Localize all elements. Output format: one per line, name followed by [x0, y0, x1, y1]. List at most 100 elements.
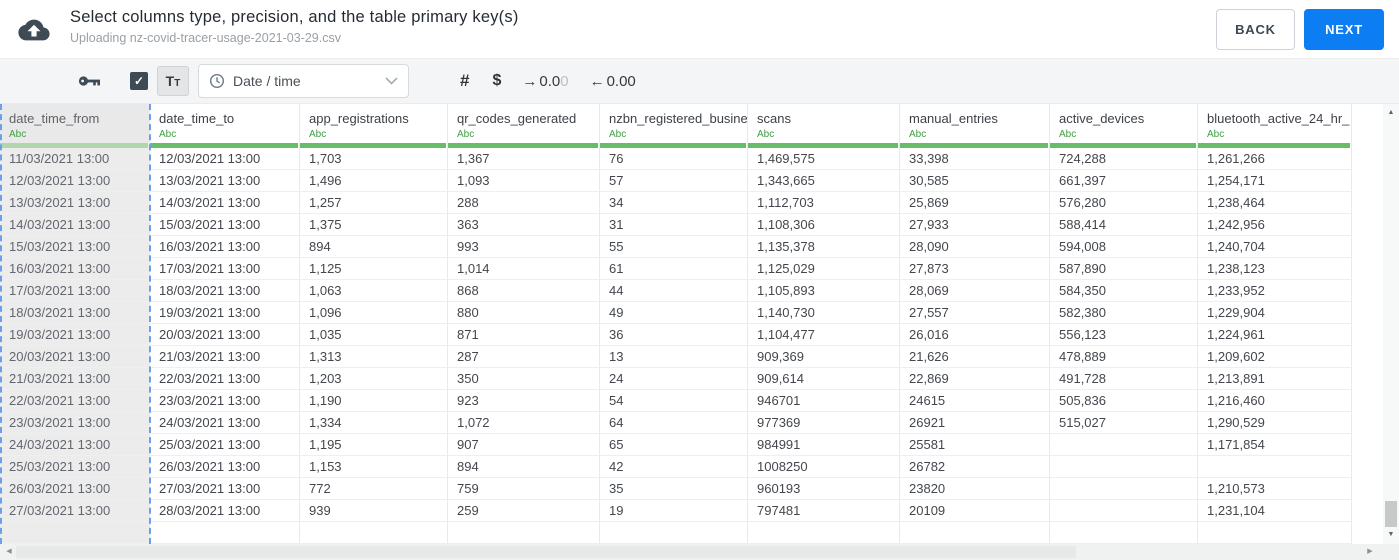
table-cell[interactable]: 11/03/2021 13:00 — [0, 148, 150, 170]
column-header[interactable]: manual_entries Abc — [900, 104, 1050, 148]
table-cell[interactable]: 1,213,891 — [1198, 368, 1352, 390]
table-cell[interactable]: 1,343,665 — [748, 170, 900, 192]
table-cell[interactable]: 18/03/2021 13:00 — [150, 280, 300, 302]
table-cell[interactable]: 1,229,904 — [1198, 302, 1352, 324]
table-cell[interactable] — [900, 522, 1050, 544]
table-cell[interactable]: 772 — [300, 478, 448, 500]
table-cell[interactable]: 1,240,704 — [1198, 236, 1352, 258]
table-cell[interactable]: 14/03/2021 13:00 — [0, 214, 150, 236]
table-cell[interactable]: 288 — [448, 192, 600, 214]
table-cell[interactable]: 20109 — [900, 500, 1050, 522]
table-cell[interactable] — [150, 522, 300, 544]
table-cell[interactable]: 65 — [600, 434, 748, 456]
column-header[interactable]: app_registrations Abc — [300, 104, 448, 148]
table-cell[interactable]: 960193 — [748, 478, 900, 500]
decrease-decimal-button[interactable]: ← 0.00 — [590, 73, 636, 90]
table-cell[interactable]: 22/03/2021 13:00 — [150, 368, 300, 390]
table-cell[interactable]: 27/03/2021 13:00 — [0, 500, 150, 522]
table-cell[interactable]: 1,334 — [300, 412, 448, 434]
table-cell[interactable]: 19/03/2021 13:00 — [0, 324, 150, 346]
scroll-up-arrow-icon[interactable]: ▲ — [1383, 106, 1399, 120]
table-cell[interactable]: 515,027 — [1050, 412, 1198, 434]
table-cell[interactable]: 15/03/2021 13:00 — [150, 214, 300, 236]
table-cell[interactable] — [1198, 456, 1352, 478]
table-cell[interactable]: 31 — [600, 214, 748, 236]
table-cell[interactable]: 54 — [600, 390, 748, 412]
table-cell[interactable]: 27,933 — [900, 214, 1050, 236]
column-type-dropdown[interactable]: Date / time — [198, 64, 409, 98]
table-cell[interactable] — [748, 522, 900, 544]
table-cell[interactable]: 76 — [600, 148, 748, 170]
table-cell[interactable]: 1,703 — [300, 148, 448, 170]
table-cell[interactable]: 14/03/2021 13:00 — [150, 192, 300, 214]
table-cell[interactable]: 1,014 — [448, 258, 600, 280]
scroll-left-arrow-icon[interactable]: ◀ — [2, 544, 16, 560]
table-cell[interactable]: 1,224,961 — [1198, 324, 1352, 346]
increase-decimal-button[interactable]: → 0.00 — [522, 73, 568, 90]
include-column-checkbox[interactable]: ✓ — [130, 72, 148, 90]
table-cell[interactable]: 22,869 — [900, 368, 1050, 390]
table-cell[interactable]: 34 — [600, 192, 748, 214]
table-cell[interactable]: 1,231,104 — [1198, 500, 1352, 522]
table-cell[interactable]: 18/03/2021 13:00 — [0, 302, 150, 324]
table-cell[interactable]: 984991 — [748, 434, 900, 456]
table-cell[interactable]: 797481 — [748, 500, 900, 522]
horizontal-scrollbar-thumb[interactable] — [16, 546, 1076, 558]
table-cell[interactable]: 259 — [448, 500, 600, 522]
table-cell[interactable]: 1,035 — [300, 324, 448, 346]
table-cell[interactable]: 1,203 — [300, 368, 448, 390]
table-cell[interactable]: 26782 — [900, 456, 1050, 478]
table-cell[interactable]: 977369 — [748, 412, 900, 434]
table-cell[interactable]: 19/03/2021 13:00 — [150, 302, 300, 324]
table-cell[interactable]: 16/03/2021 13:00 — [150, 236, 300, 258]
table-cell[interactable]: 1,072 — [448, 412, 600, 434]
column-header[interactable]: active_devices Abc — [1050, 104, 1198, 148]
table-cell[interactable]: 30,585 — [900, 170, 1050, 192]
table-cell[interactable]: 1,096 — [300, 302, 448, 324]
table-cell[interactable]: 363 — [448, 214, 600, 236]
table-cell[interactable] — [600, 522, 748, 544]
table-cell[interactable]: 894 — [300, 236, 448, 258]
table-cell[interactable]: 1,367 — [448, 148, 600, 170]
table-cell[interactable]: 23820 — [900, 478, 1050, 500]
table-cell[interactable]: 287 — [448, 346, 600, 368]
table-cell[interactable]: 26/03/2021 13:00 — [150, 456, 300, 478]
table-cell[interactable]: 21/03/2021 13:00 — [0, 368, 150, 390]
table-cell[interactable]: 17/03/2021 13:00 — [150, 258, 300, 280]
table-cell[interactable]: 478,889 — [1050, 346, 1198, 368]
table-cell[interactable]: 1,104,477 — [748, 324, 900, 346]
table-cell[interactable]: 25581 — [900, 434, 1050, 456]
table-cell[interactable]: 868 — [448, 280, 600, 302]
table-cell[interactable]: 1,153 — [300, 456, 448, 478]
table-cell[interactable]: 55 — [600, 236, 748, 258]
table-cell[interactable]: 1,313 — [300, 346, 448, 368]
table-cell[interactable]: 871 — [448, 324, 600, 346]
table-cell[interactable] — [300, 522, 448, 544]
table-cell[interactable]: 28,090 — [900, 236, 1050, 258]
vertical-scrollbar[interactable]: ▲ ▼ — [1383, 104, 1399, 544]
table-cell[interactable]: 36 — [600, 324, 748, 346]
table-cell[interactable]: 25,869 — [900, 192, 1050, 214]
table-cell[interactable]: 28/03/2021 13:00 — [150, 500, 300, 522]
table-cell[interactable]: 26921 — [900, 412, 1050, 434]
currency-type-icon[interactable]: $ — [492, 72, 501, 90]
table-cell[interactable]: 587,890 — [1050, 258, 1198, 280]
table-cell[interactable]: 25/03/2021 13:00 — [150, 434, 300, 456]
table-cell[interactable]: 1,063 — [300, 280, 448, 302]
table-cell[interactable]: 1,254,171 — [1198, 170, 1352, 192]
text-type-button[interactable]: TT — [157, 66, 189, 96]
table-cell[interactable]: 1,216,460 — [1198, 390, 1352, 412]
table-cell[interactable]: 22/03/2021 13:00 — [0, 390, 150, 412]
table-cell[interactable]: 1,105,893 — [748, 280, 900, 302]
table-cell[interactable]: 17/03/2021 13:00 — [0, 280, 150, 302]
table-cell[interactable]: 42 — [600, 456, 748, 478]
table-cell[interactable]: 23/03/2021 13:00 — [0, 412, 150, 434]
table-cell[interactable]: 57 — [600, 170, 748, 192]
table-cell[interactable]: 1,496 — [300, 170, 448, 192]
table-cell[interactable]: 26,016 — [900, 324, 1050, 346]
table-cell[interactable]: 1,112,703 — [748, 192, 900, 214]
table-cell[interactable] — [0, 522, 150, 544]
table-cell[interactable]: 1,469,575 — [748, 148, 900, 170]
table-cell[interactable]: 24615 — [900, 390, 1050, 412]
column-header[interactable]: scans Abc — [748, 104, 900, 148]
